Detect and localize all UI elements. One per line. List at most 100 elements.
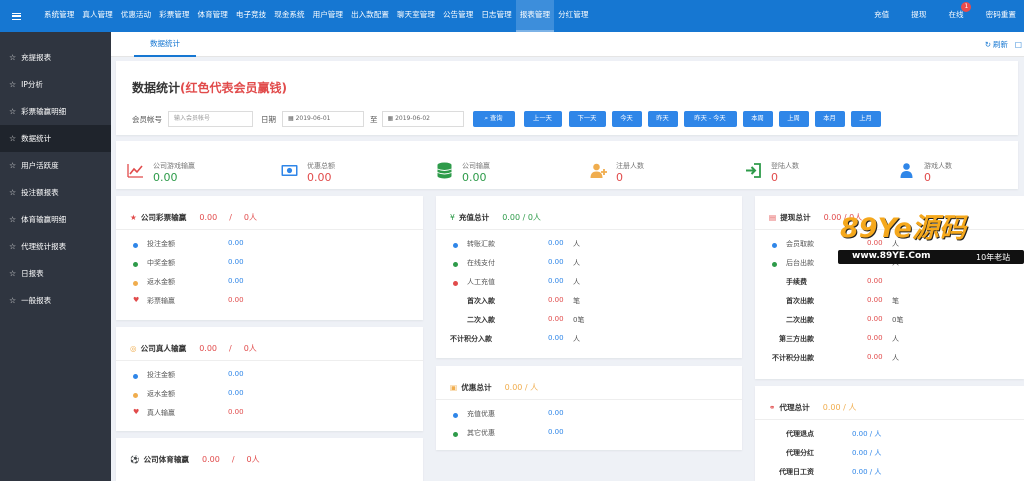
- row-label: 代理退点: [786, 430, 814, 438]
- tab-statistics[interactable]: 数据统计: [134, 32, 196, 57]
- top-navbar: 系统管理 真人管理 优惠活动 彩票管理 体育管理 电子竞技 现金系统 用户管理 …: [0, 0, 1024, 32]
- menu-toggle-button[interactable]: [0, 0, 32, 32]
- nav-users[interactable]: 用户管理: [309, 0, 347, 32]
- heart-icon: ♥: [133, 296, 140, 304]
- nav-system[interactable]: 系统管理: [40, 0, 78, 32]
- star-icon: ☆: [9, 161, 17, 170]
- promo-row-recharge: 充值优惠 0.00: [453, 409, 653, 421]
- stat-value: 0.00: [153, 171, 178, 184]
- row-label: 首次出款: [786, 297, 814, 305]
- sports-count: 0人: [246, 454, 260, 464]
- handshake-icon: ⚭: [769, 402, 776, 412]
- nav-chatroom[interactable]: 聊天室管理: [393, 0, 439, 32]
- last-month-button[interactable]: 上月: [850, 111, 881, 127]
- date-from-value: 2019-06-01: [295, 115, 331, 122]
- sidebar-item-agent-report[interactable]: ☆ 代理统计报表: [0, 233, 111, 260]
- row-label: 转账汇款: [467, 240, 495, 248]
- orange-dot: [133, 281, 138, 286]
- prev-day-button[interactable]: 上一天: [523, 111, 562, 127]
- nav-live[interactable]: 真人管理: [78, 0, 116, 32]
- calendar-icon: ▦: [387, 115, 396, 122]
- stat-label: 公司游戏输赢: [153, 162, 195, 170]
- refresh-icon: ↻: [984, 40, 991, 49]
- promo-value: 0.00 / 人: [504, 382, 539, 392]
- withdraw-row-thirdparty: 第三方出款 0.00 人: [765, 334, 975, 346]
- star-icon: ☆: [9, 134, 17, 143]
- nav-sports[interactable]: 体育管理: [194, 0, 232, 32]
- divider: [116, 360, 423, 361]
- nav-dividends[interactable]: 分红管理: [554, 0, 592, 32]
- member-label: 会员帐号: [132, 114, 162, 124]
- online-link[interactable]: 在线 1: [948, 0, 972, 32]
- sidebar-item-general-report[interactable]: ☆ 一般报表: [0, 287, 111, 314]
- promo-card: ▣ 优惠总计 0.00 / 人 充值优惠 0.00 其它优惠 0.00: [436, 366, 742, 450]
- card-icon: ▤: [769, 212, 777, 222]
- agent-row-dividend: 代理分红 0.00 / 人: [772, 448, 972, 460]
- sidebar-item-lottery-detail[interactable]: ☆ 彩票输赢明细: [0, 98, 111, 125]
- sidebar-item-label: 数据统计: [21, 134, 52, 143]
- nav-notice[interactable]: 公告管理: [439, 0, 477, 32]
- row-value: 0.00: [228, 277, 244, 285]
- sidebar-item-label: 充提报表: [21, 53, 52, 62]
- sidebar-item-user-activity[interactable]: ☆ 用户活跃度: [0, 152, 111, 179]
- date-to-input[interactable]: ▦ 2019-06-02: [381, 111, 464, 127]
- nav-lottery[interactable]: 彩票管理: [155, 0, 193, 32]
- last-week-button[interactable]: 上周: [778, 111, 809, 127]
- nav-cash[interactable]: 现金系统: [270, 0, 308, 32]
- divider: [116, 229, 423, 230]
- row-label: 手续费: [786, 278, 807, 286]
- star-icon: ☆: [9, 53, 17, 62]
- nav-reports[interactable]: 报表管理: [515, 0, 555, 32]
- sidebar-item-sports-detail[interactable]: ☆ 体育输赢明细: [0, 206, 111, 233]
- row-label: 中奖金额: [147, 259, 175, 267]
- nav-esports[interactable]: 电子竞技: [232, 0, 270, 32]
- blue-dot: [453, 243, 458, 248]
- query-button[interactable]: ⌕ 查询: [472, 111, 515, 127]
- row-unit: 笔: [573, 297, 580, 305]
- withdraw-link[interactable]: 提现: [911, 0, 926, 32]
- row-label: 彩票输赢: [147, 297, 175, 305]
- lottery-sep: /: [229, 212, 232, 222]
- live-count: 0人: [243, 343, 257, 353]
- lottery-icon: ★: [130, 212, 137, 222]
- row-unit: 0笔: [573, 316, 585, 324]
- tab-more-icon[interactable]: □: [1015, 32, 1022, 57]
- top-right-nav: 充值 提现 在线 1 密码重置: [852, 0, 1016, 32]
- this-week-button[interactable]: 本周: [742, 111, 773, 127]
- promo-row-other: 其它优惠 0.00: [453, 428, 653, 440]
- yesterday-button[interactable]: 昨天: [647, 111, 678, 127]
- sidebar-item-recharge-report[interactable]: ☆ 充提报表: [0, 44, 111, 71]
- date-from-input[interactable]: ▦ 2019-06-01: [282, 111, 364, 127]
- yesterday-today-button[interactable]: 昨天 - 今天: [683, 111, 737, 127]
- reset-password-link[interactable]: 密码重置: [986, 0, 1016, 32]
- hamburger-icon: [11, 12, 21, 20]
- nav-deposit-config[interactable]: 出入款配置: [347, 0, 393, 32]
- member-input[interactable]: 输入会员帐号: [168, 111, 253, 127]
- row-label: 投注金额: [147, 240, 175, 248]
- recharge-value: 0.00 / 0人: [502, 212, 541, 222]
- recharge-link[interactable]: 充值: [874, 0, 889, 32]
- recharge-title: ¥ 充值总计 0.00 / 0人: [450, 211, 541, 223]
- nav-promo[interactable]: 优惠活动: [117, 0, 155, 32]
- sidebar-item-statistics[interactable]: ☆ 数据统计: [0, 125, 111, 152]
- divider: [755, 419, 1024, 420]
- live-card: ◎ 公司真人输赢 0.00 / 0人 投注金额 0.00 返水金额 0.00 ♥ 真人输赢 0.…: [116, 327, 423, 431]
- next-day-button[interactable]: 下一天: [568, 111, 606, 127]
- today-button[interactable]: 今天: [611, 111, 642, 127]
- blue-dot: [772, 243, 777, 248]
- stats-card: 公司游戏输赢 0.00 优惠总额 0.00 公司输赢 0.00 注册人数 0 登…: [116, 141, 1018, 189]
- withdraw-title-text: 提现总计: [780, 212, 811, 222]
- row-value: 0.00: [228, 408, 244, 416]
- sidebar-item-bet-report[interactable]: ☆ 投注额报表: [0, 179, 111, 206]
- this-month-button[interactable]: 本月: [814, 111, 845, 127]
- refresh-button[interactable]: ↻ 刷新: [985, 32, 1008, 57]
- divider: [436, 229, 742, 230]
- blue-dot: [133, 243, 138, 248]
- query-label: 查询: [489, 115, 503, 122]
- sidebar-item-daily-report[interactable]: ☆ 日报表: [0, 260, 111, 287]
- row-label: 代理日工资: [779, 468, 814, 476]
- blue-dot: [453, 413, 458, 418]
- nav-logs[interactable]: 日志管理: [477, 0, 515, 32]
- sidebar-item-ip-analysis[interactable]: ☆ IP分析: [0, 71, 111, 98]
- row-label: 二次入款: [467, 316, 495, 324]
